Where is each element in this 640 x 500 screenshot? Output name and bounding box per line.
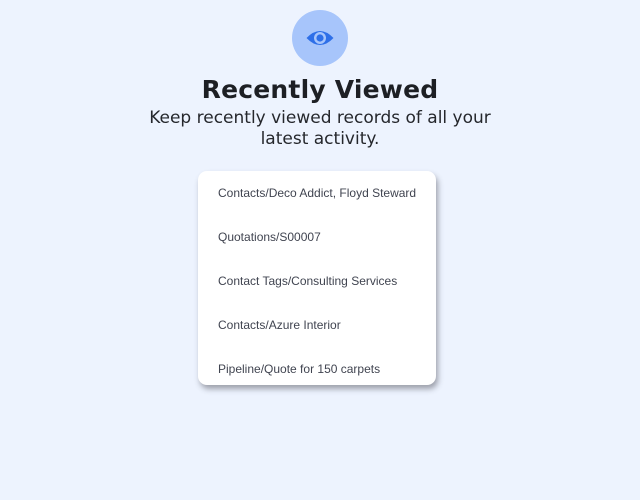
eye-icon-badge: [292, 10, 348, 66]
page-subtitle: Keep recently viewed records of all your…: [149, 108, 491, 149]
recent-record-item[interactable]: Pipeline/Quote for 150 carpets: [218, 359, 380, 379]
page-title: Recently Viewed: [201, 75, 439, 104]
page: Recently Viewed Keep recently viewed rec…: [0, 0, 640, 500]
recent-record-item[interactable]: Quotations/S00007: [218, 227, 321, 247]
recent-record-item[interactable]: Contacts/Azure Interior: [218, 315, 341, 335]
recent-record-item[interactable]: Contacts/Deco Addict, Floyd Steward: [218, 183, 416, 203]
eye-icon: [305, 27, 335, 49]
recently-viewed-list: Contacts/Deco Addict, Floyd Steward Quot…: [198, 171, 436, 385]
recent-record-item[interactable]: Contact Tags/Consulting Services: [218, 271, 397, 291]
